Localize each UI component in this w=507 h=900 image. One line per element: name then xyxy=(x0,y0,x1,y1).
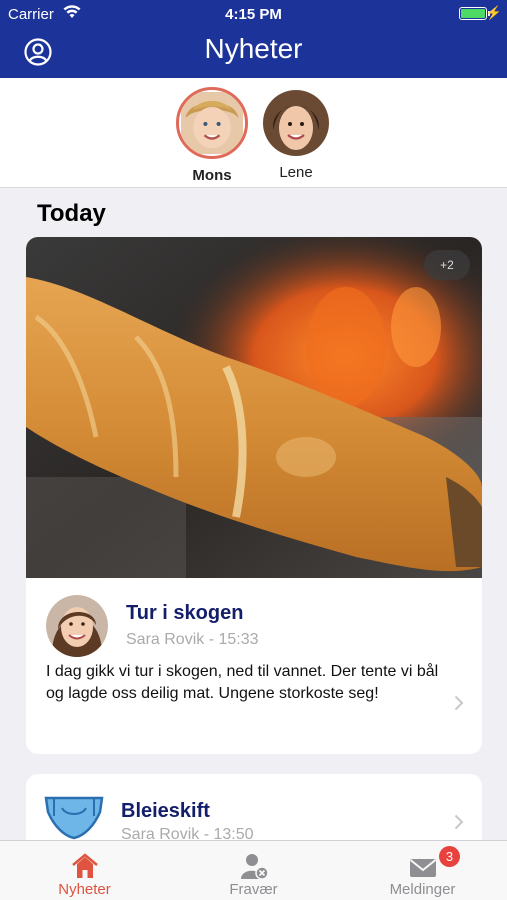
post-body: I dag gikk vi tur i skogen, ned til vann… xyxy=(46,663,439,702)
child-avatar-mons xyxy=(176,87,248,159)
top-bar: Carrier 4:15 PM ⚡ Nyheter xyxy=(0,0,507,78)
tab-meldinger[interactable]: 3 Meldinger xyxy=(338,841,507,900)
tab-fravaer[interactable]: Fravær xyxy=(169,841,338,900)
post-title: Tur i skogen xyxy=(126,602,244,624)
child-lene[interactable]: Lene xyxy=(256,90,336,181)
post-meta: Sara Rovik - 15:33 xyxy=(126,631,259,648)
section-title: Today xyxy=(37,200,106,227)
chevron-right-icon xyxy=(454,814,464,830)
more-photos-badge[interactable]: +2 xyxy=(424,250,470,280)
status-time: 4:15 PM xyxy=(225,6,282,23)
tab-bar: Nyheter Fravær 3 Meldinger xyxy=(0,840,507,900)
page-title: Nyheter xyxy=(204,33,303,64)
diaper-icon xyxy=(44,796,104,846)
post-photo[interactable]: +2 xyxy=(26,237,482,578)
envelope-icon xyxy=(408,852,438,880)
tab-label: Nyheter xyxy=(58,881,111,898)
author-avatar xyxy=(46,595,108,657)
home-icon xyxy=(70,852,100,880)
child-avatar-lene xyxy=(263,90,329,156)
battery-icon xyxy=(459,7,487,20)
child-selector: Mons Lene xyxy=(0,78,507,188)
charging-icon: ⚡ xyxy=(485,5,502,20)
child-mons[interactable]: Mons xyxy=(172,87,252,184)
tab-label: Meldinger xyxy=(389,881,456,898)
child-name: Mons xyxy=(192,167,232,184)
tab-nyheter[interactable]: Nyheter xyxy=(0,841,169,900)
tab-label: Fravær xyxy=(229,881,278,898)
post-card[interactable]: +2 Tur i skogen Sara Rovik - 15:33 I dag… xyxy=(26,237,482,754)
child-name: Lene xyxy=(279,164,313,181)
status-bar: Carrier 4:15 PM ⚡ xyxy=(0,0,507,28)
chevron-right-icon xyxy=(454,695,464,711)
post-title: Bleieskift xyxy=(121,800,210,822)
absence-icon xyxy=(239,852,269,880)
unread-badge: 3 xyxy=(439,846,460,867)
